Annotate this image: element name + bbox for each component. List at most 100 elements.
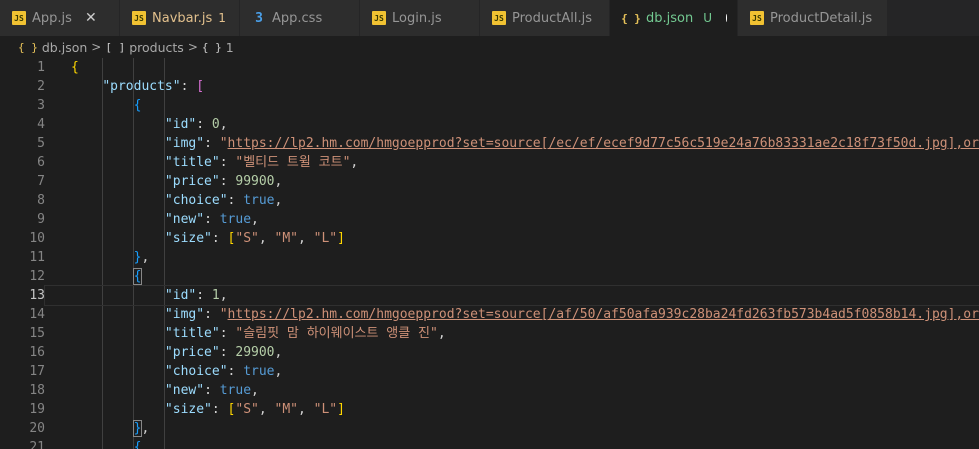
code-line[interactable]: 6 "title": "벨티드 트윌 코트",: [0, 153, 979, 172]
json-file-icon: { }: [621, 11, 641, 25]
breadcrumb: { } db.json > [ ] products > { } 1: [0, 36, 979, 58]
code-token: "M": [274, 402, 298, 417]
line-number: 15: [29, 326, 45, 341]
unsaved-dot-icon[interactable]: [726, 14, 727, 22]
breadcrumb-object[interactable]: 1: [226, 40, 234, 55]
code-line[interactable]: 16 "price": 29900,: [0, 343, 979, 362]
code-line[interactable]: 19 "size": ["S", "M", "L"]: [0, 400, 979, 419]
tab-app-css[interactable]: 3 App.css: [240, 0, 360, 36]
code-token: :: [227, 193, 244, 208]
breadcrumb-products[interactable]: products: [129, 40, 184, 55]
code-token: :: [204, 136, 220, 151]
code-token: ,: [274, 193, 283, 208]
line-number: 2: [37, 79, 45, 94]
code-line[interactable]: 1{: [0, 58, 979, 77]
line-number: 18: [29, 383, 45, 398]
code-token: "new": [164, 212, 205, 227]
code-editor[interactable]: 1{2 "products": [3 {4 "id": 0, 5 "img": "…: [0, 58, 979, 449]
code-line[interactable]: 18 "new": true,: [0, 381, 979, 400]
code-token: 0: [211, 117, 220, 132]
editor-tab-bar: JS App.js ✕ JS Navbar.js 1 3 App.css JS Login.js J…: [0, 0, 979, 36]
code-token[interactable]: https://lp2.hm.com/hmgoepprod?set=source…: [228, 307, 979, 322]
code-token: :: [196, 288, 212, 303]
code-line[interactable]: 9 "new": true,: [0, 210, 979, 229]
line-number: 9: [37, 212, 45, 227]
tab-productdetail-js[interactable]: JS ProductDetail.js: [738, 0, 888, 36]
code-line[interactable]: 17 "choice": true,: [0, 362, 979, 381]
line-number: 20: [29, 421, 45, 436]
line-number: 6: [37, 155, 45, 170]
code-token: :: [219, 155, 236, 170]
line-number: 21: [29, 440, 45, 449]
code-token: "슬림핏 맘 하이웨이스트 앵클 진": [235, 326, 438, 341]
tab-label: ProductAll.js: [512, 10, 592, 26]
code-content: "img": "https://lp2.hm.com/hmgoepprod?se…: [45, 134, 979, 153]
code-token: :: [219, 174, 236, 189]
code-line[interactable]: 4 "id": 0,: [0, 115, 979, 134]
code-token: "L": [313, 402, 338, 417]
code-line[interactable]: 14 "img": "https://lp2.hm.com/hmgoepprod…: [0, 305, 979, 324]
code-token: "products": [102, 79, 181, 94]
code-token: ,: [258, 231, 275, 246]
code-line[interactable]: 3 {: [0, 96, 979, 115]
code-token: ,: [298, 231, 314, 246]
code-line[interactable]: 8 "choice": true,: [0, 191, 979, 210]
code-token: 1: [211, 288, 220, 303]
code-token: "id": [164, 117, 197, 132]
code-token: "title": [164, 326, 220, 341]
tab-status-badge: U: [703, 11, 713, 25]
code-token: ,: [141, 421, 150, 436]
code-line[interactable]: 21 {: [0, 438, 979, 449]
line-number: 13: [29, 288, 45, 303]
code-line[interactable]: 15 "title": "슬림핏 맘 하이웨이스트 앵클 진",: [0, 324, 979, 343]
code-token: {: [133, 440, 142, 449]
code-token: "choice": [164, 193, 228, 208]
code-line[interactable]: 2 "products": [: [0, 77, 979, 96]
code-token: "M": [274, 231, 298, 246]
line-number: 14: [29, 307, 45, 322]
code-token: "img": [164, 307, 205, 322]
code-line[interactable]: 7 "price": 99900,: [0, 172, 979, 191]
breadcrumb-file[interactable]: db.json: [42, 40, 87, 55]
tab-login-js[interactable]: JS Login.js: [360, 0, 480, 36]
code-token: ]: [337, 231, 345, 246]
code-content: "products": [: [45, 77, 979, 96]
code-token: ,: [350, 155, 359, 170]
code-line[interactable]: 12 {: [0, 267, 979, 286]
code-content: "img": "https://lp2.hm.com/hmgoepprod?se…: [45, 305, 979, 324]
code-token: ,: [274, 174, 283, 189]
line-number: 5: [37, 136, 45, 151]
tab-db-json[interactable]: { } db.json U: [610, 0, 738, 36]
code-token[interactable]: https://lp2.hm.com/hmgoepprod?set=source…: [228, 136, 979, 151]
code-token: ,: [298, 402, 314, 417]
code-token: "new": [164, 383, 205, 398]
code-token: ": [219, 136, 228, 151]
code-line[interactable]: 13 "id": 1,: [0, 285, 979, 306]
code-token: "price": [164, 345, 220, 360]
code-content: "id": 0,: [45, 115, 979, 134]
close-icon[interactable]: ✕: [84, 10, 98, 26]
code-line[interactable]: 10 "size": ["S", "M", "L"]: [0, 229, 979, 248]
line-number: 10: [29, 231, 45, 246]
code-content: "price": 99900,: [45, 172, 979, 191]
tab-label: App.js: [32, 10, 72, 26]
code-line[interactable]: 5 "img": "https://lp2.hm.com/hmgoepprod?…: [0, 134, 979, 153]
tab-app-js[interactable]: JS App.js ✕: [0, 0, 120, 36]
code-line[interactable]: 11 },: [0, 248, 979, 267]
line-number: 11: [29, 250, 45, 265]
code-content: "price": 29900,: [45, 343, 979, 362]
line-number: 4: [37, 117, 45, 132]
code-token: :: [204, 307, 220, 322]
tab-productall-js[interactable]: JS ProductAll.js: [480, 0, 610, 36]
chevron-right-icon: >: [187, 40, 198, 54]
code-token: ,: [437, 326, 446, 341]
tab-navbar-js[interactable]: JS Navbar.js 1: [120, 0, 240, 36]
code-line[interactable]: 20 },: [0, 419, 979, 438]
